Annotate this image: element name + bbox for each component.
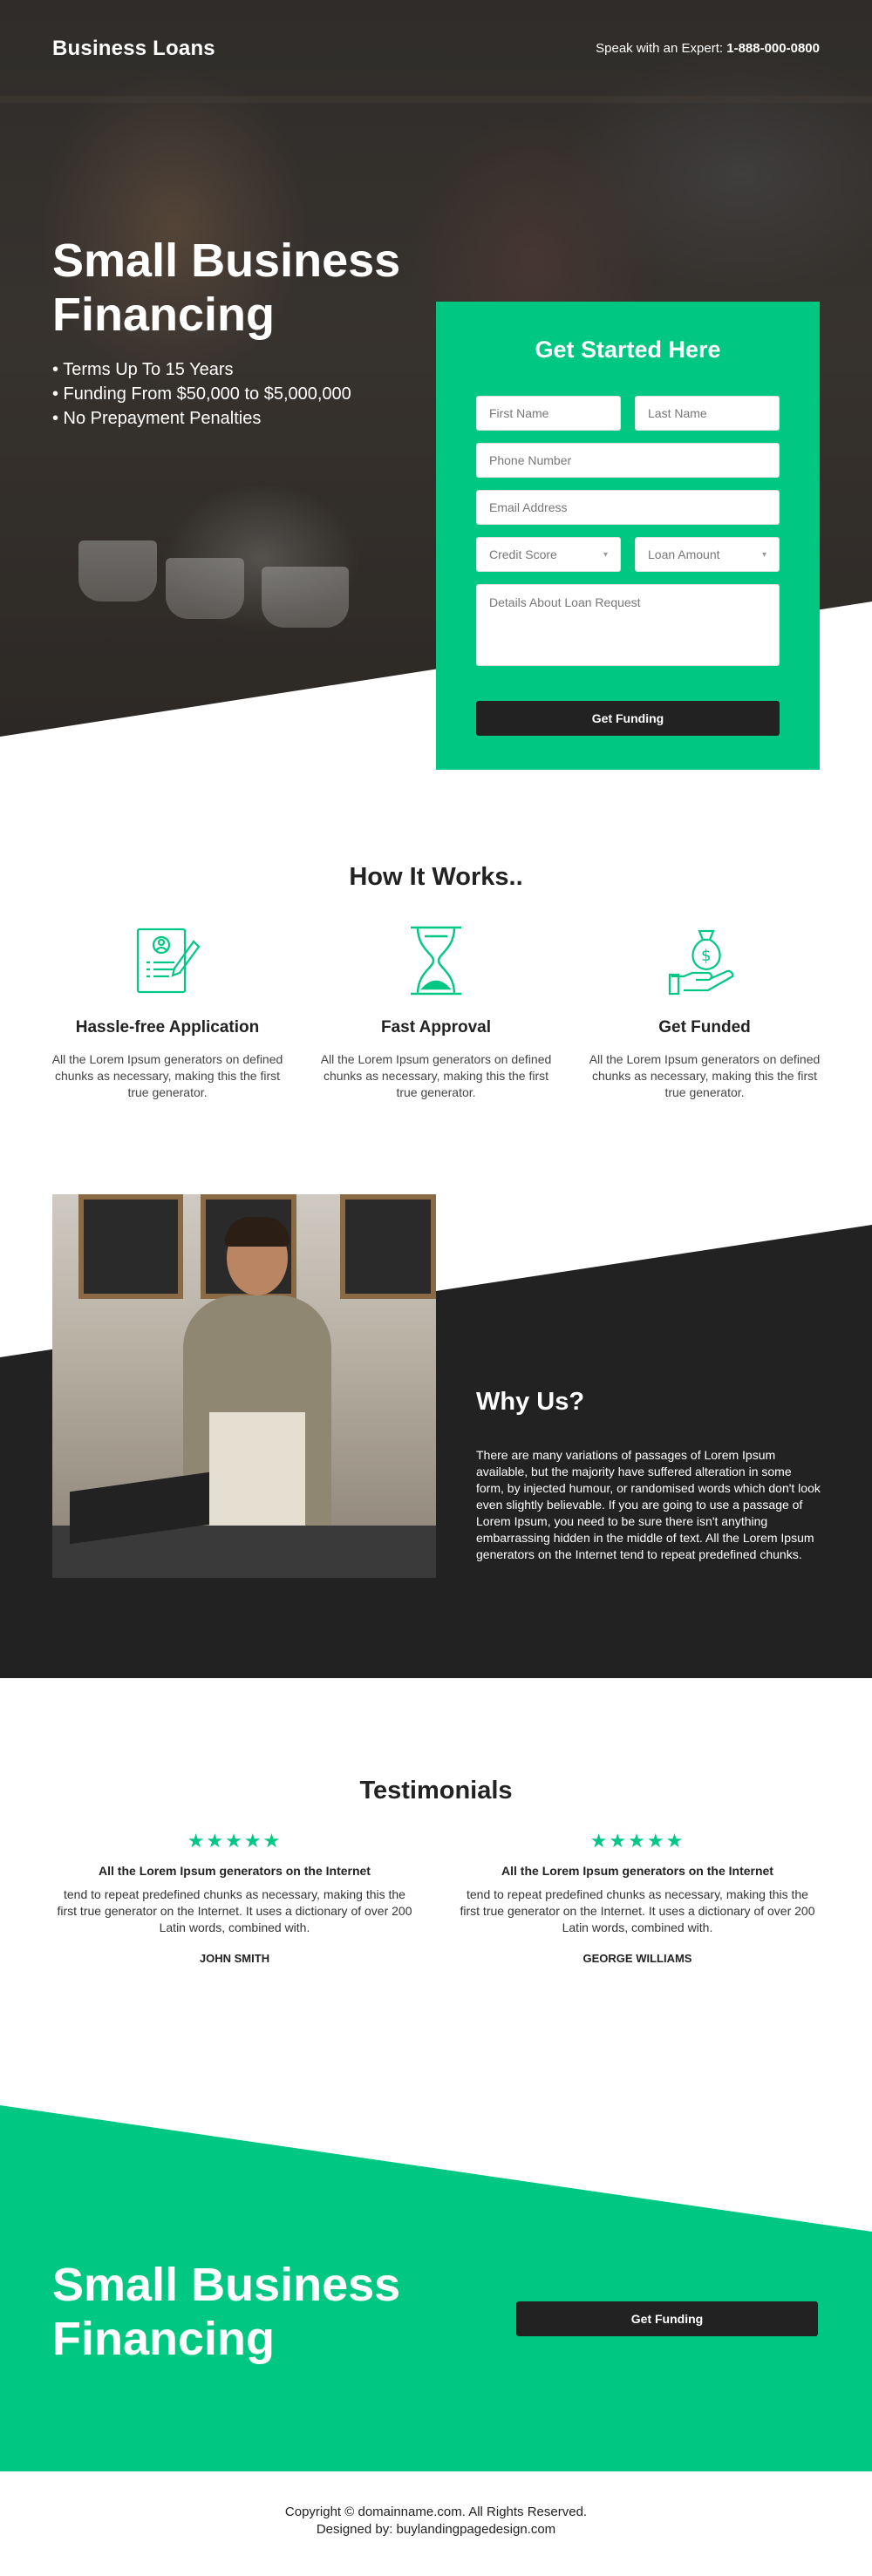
star-rating-icon: ★★★★★ <box>589 1831 685 1852</box>
first-name-field[interactable]: First Name <box>476 396 621 431</box>
why-us-text: There are many variations of passages of… <box>476 1448 821 1561</box>
testimonial-text: tend to repeat predefined chunks as nece… <box>460 1887 815 1934</box>
expert-label: Speak with an Expert: <box>596 41 727 56</box>
testimonial-author: GEORGE WILLIAMS <box>582 1952 692 1965</box>
cta-get-funding-button[interactable]: Get Funding <box>516 2301 818 2336</box>
credit-score-label: Credit Score <box>489 547 557 561</box>
hero-title: Small Business Financing <box>52 234 401 341</box>
menu-board <box>340 1194 436 1299</box>
why-us-title: Why Us? <box>476 1388 585 1416</box>
step-title: Get Funded <box>658 1018 751 1037</box>
expert-phone-link[interactable]: 1-888-000-0800 <box>726 41 820 56</box>
money-bag-hand-icon: $ <box>665 924 744 997</box>
step-text: All the Lorem Ipsum generators on define… <box>589 1052 821 1099</box>
email-field[interactable]: Email Address <box>476 490 780 525</box>
form-title: Get Started Here <box>535 336 721 363</box>
hero-bullet: • No Prepayment Penalties <box>52 409 262 428</box>
loan-details-textarea[interactable]: Details About Loan Request <box>476 584 780 666</box>
lead-form: Get Started Here First Name Last Name Ph… <box>436 302 820 770</box>
credit-score-select[interactable]: Credit Score ▾ <box>476 537 621 572</box>
step-card: Fast Approval All the Lorem Ipsum genera… <box>318 924 554 1101</box>
step-text: All the Lorem Ipsum generators on define… <box>51 1052 283 1099</box>
testimonial-author: JOHN SMITH <box>199 1952 270 1965</box>
svg-text:$: $ <box>701 947 711 965</box>
chevron-down-icon: ▾ <box>603 549 608 560</box>
brand-logo[interactable]: Business Loans <box>52 37 215 61</box>
chevron-down-icon: ▾ <box>761 549 766 560</box>
loan-amount-select[interactable]: Loan Amount ▾ <box>635 537 780 572</box>
testimonials-title: Testimonials <box>359 1777 513 1805</box>
step-title: Fast Approval <box>381 1018 491 1037</box>
footer: Copyright © domainname.com. All Rights R… <box>0 2504 872 2539</box>
person-hair <box>225 1217 290 1247</box>
cta-title: Small Business Financing <box>52 2259 401 2365</box>
how-it-works-title: How It Works.. <box>349 863 523 891</box>
step-title: Hassle-free Application <box>75 1018 260 1037</box>
star-rating-icon: ★★★★★ <box>187 1831 283 1852</box>
testimonial-headline: All the Lorem Ipsum generators on the In… <box>99 1864 371 1878</box>
get-funding-button[interactable]: Get Funding <box>476 701 780 736</box>
testimonial-text: tend to repeat predefined chunks as nece… <box>57 1887 412 1934</box>
hero-bullet: • Terms Up To 15 Years <box>52 360 234 379</box>
step-text: All the Lorem Ipsum generators on define… <box>320 1052 552 1099</box>
step-card: $ Get Funded All the Lorem Ipsum generat… <box>587 924 822 1101</box>
hourglass-icon <box>397 924 475 997</box>
why-us-photo <box>52 1194 436 1578</box>
loan-amount-label: Loan Amount <box>648 547 720 561</box>
expert-contact: Speak with an Expert: 1-888-000-0800 <box>596 41 820 56</box>
hero-bullet-list: • Terms Up To 15 Years • Funding From $5… <box>52 357 351 431</box>
testimonial-card: ★★★★★ All the Lorem Ipsum generators on … <box>52 1831 417 1965</box>
testimonial-headline: All the Lorem Ipsum generators on the In… <box>501 1864 773 1878</box>
last-name-field[interactable]: Last Name <box>635 396 780 431</box>
phone-field[interactable]: Phone Number <box>476 443 780 478</box>
designed-by-link[interactable]: Designed by: buylandingpagedesign.com <box>0 2521 872 2539</box>
menu-board <box>78 1194 183 1299</box>
step-card: Hassle-free Application All the Lorem Ip… <box>50 924 285 1101</box>
application-form-icon <box>128 924 207 997</box>
copyright-text: Copyright © domainname.com. All Rights R… <box>284 2505 588 2519</box>
testimonial-card: ★★★★★ All the Lorem Ipsum generators on … <box>455 1831 820 1965</box>
hero-bullet: • Funding From $50,000 to $5,000,000 <box>52 384 351 404</box>
